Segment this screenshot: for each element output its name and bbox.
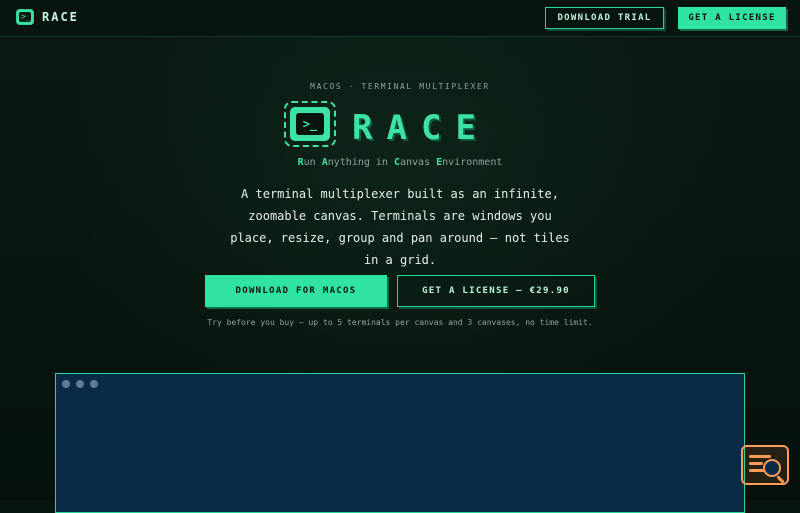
tagline-text: anvas <box>400 157 437 168</box>
wordmark-letter: A <box>386 108 407 148</box>
download-for-macos-button[interactable]: DOWNLOAD FOR MACOS <box>205 275 387 307</box>
brand-name: RACE <box>42 10 79 24</box>
window-dot-zoom[interactable] <box>90 380 98 388</box>
hero-logo-glyph: >_ <box>296 113 324 135</box>
trial-note: Try before you buy — up to 5 terminals p… <box>207 318 593 327</box>
hero-kicker: MACOS · TERMINAL MULTIPLEXER <box>310 82 490 91</box>
window-dot-close[interactable] <box>62 380 70 388</box>
terminal-icon: >_ <box>16 9 34 25</box>
get-license-button[interactable]: GET A LICENSE <box>678 7 786 29</box>
magnifier-handle <box>776 475 785 484</box>
hero-logo-icon: >_ <box>284 101 336 147</box>
tagline-text: un <box>303 157 322 168</box>
get-license-price-button[interactable]: GET A LICENSE — €29.90 <box>397 275 595 307</box>
hero-logo-frame: >_ <box>290 107 330 141</box>
hero-description: A terminal multiplexer built as an infin… <box>230 187 570 267</box>
window-controls <box>62 380 98 388</box>
search-log-icon[interactable] <box>741 445 789 485</box>
wordmark-letter: C <box>420 108 442 148</box>
hero-tagline: Run Anything in Canvas Environment <box>0 157 800 168</box>
tagline-text: nything in <box>327 157 394 168</box>
brand[interactable]: >_ RACE <box>16 9 79 25</box>
terminal-glyph: >_ <box>21 12 31 21</box>
canvas-preview-window <box>55 373 745 513</box>
hero-wordmark: RACE <box>352 108 522 148</box>
wordmark-letter: E <box>455 108 476 148</box>
magnifier-icon <box>763 459 781 477</box>
wordmark-letter: R <box>352 108 373 148</box>
top-navbar: >_ RACE DOWNLOAD TRIAL GET A LICENSE <box>0 0 800 37</box>
window-dot-minimize[interactable] <box>76 380 84 388</box>
tagline-text: nvironment <box>442 157 503 168</box>
download-trial-button[interactable]: DOWNLOAD TRIAL <box>545 7 664 29</box>
